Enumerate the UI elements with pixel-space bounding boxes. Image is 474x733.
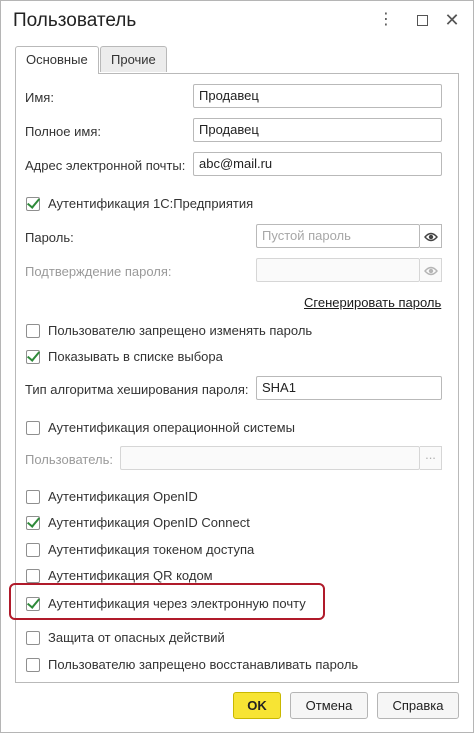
protect-dangerous-label: Защита от опасных действий <box>48 630 225 645</box>
forbid-change-password-checkbox[interactable] <box>26 324 40 338</box>
auth-openid-connect-checkbox[interactable] <box>26 516 40 530</box>
protect-dangerous-checkbox[interactable] <box>26 631 40 645</box>
close-icon[interactable]: ✕ <box>443 11 461 29</box>
full-name-input[interactable]: Продавец <box>193 118 442 142</box>
full-name-label: Полное имя: <box>25 124 101 139</box>
help-button[interactable]: Справка <box>377 692 459 719</box>
cancel-button[interactable]: Отмена <box>290 692 368 719</box>
name-input[interactable]: Продавец <box>193 84 442 108</box>
os-user-input <box>120 446 420 470</box>
email-input[interactable]: abc@mail.ru <box>193 152 442 176</box>
maximize-icon[interactable] <box>413 11 431 29</box>
password-label: Пароль: <box>25 230 74 245</box>
os-user-select-button: ... <box>420 446 442 470</box>
name-label: Имя: <box>25 90 54 105</box>
password-input[interactable]: Пустой пароль <box>256 224 420 248</box>
show-in-list-checkbox[interactable] <box>26 350 40 364</box>
highlight-frame <box>9 583 325 620</box>
forbid-restore-password-label: Пользователю запрещено восстанавливать п… <box>48 657 359 672</box>
password-confirm-input <box>256 258 420 282</box>
os-user-label: Пользователь: <box>25 452 113 467</box>
hash-algo-label: Тип алгоритма хеширования пароля: <box>25 382 249 397</box>
tab-main[interactable]: Основные <box>15 46 99 74</box>
auth-os-checkbox[interactable] <box>26 421 40 435</box>
forbid-change-password-label: Пользователю запрещено изменять пароль <box>48 323 313 338</box>
auth-1c-checkbox[interactable] <box>26 197 40 211</box>
eye-icon[interactable] <box>420 224 442 248</box>
auth-os-label: Аутентификация операционной системы <box>48 420 295 435</box>
auth-1c-label: Аутентификация 1С:Предприятия <box>48 196 254 211</box>
email-label: Адрес электронной почты: <box>25 158 186 173</box>
window-title: Пользователь <box>13 10 137 31</box>
auth-openid-connect-label: Аутентификация OpenID Connect <box>48 515 250 530</box>
auth-qr-label: Аутентификация QR кодом <box>48 568 213 583</box>
ok-button[interactable]: OK <box>233 692 281 719</box>
more-vertical-icon[interactable]: ⋮ <box>377 11 395 29</box>
auth-qr-checkbox[interactable] <box>26 569 40 583</box>
auth-openid-checkbox[interactable] <box>26 490 40 504</box>
hash-algo-input[interactable]: SHA1 <box>256 376 442 400</box>
tab-other[interactable]: Прочие <box>100 46 167 72</box>
generate-password-link[interactable]: Сгенерировать пароль <box>304 295 441 310</box>
auth-token-checkbox[interactable] <box>26 543 40 557</box>
eye-icon <box>420 258 442 282</box>
auth-token-label: Аутентификация токеном доступа <box>48 542 255 557</box>
show-in-list-label: Показывать в списке выбора <box>48 349 223 364</box>
forbid-restore-password-checkbox[interactable] <box>26 658 40 672</box>
user-dialog: Пользователь ⋮ ✕ Основные Прочие Имя: Пр… <box>0 0 474 733</box>
password-confirm-label: Подтверждение пароля: <box>25 264 172 279</box>
auth-openid-label: Аутентификация OpenID <box>48 489 198 504</box>
